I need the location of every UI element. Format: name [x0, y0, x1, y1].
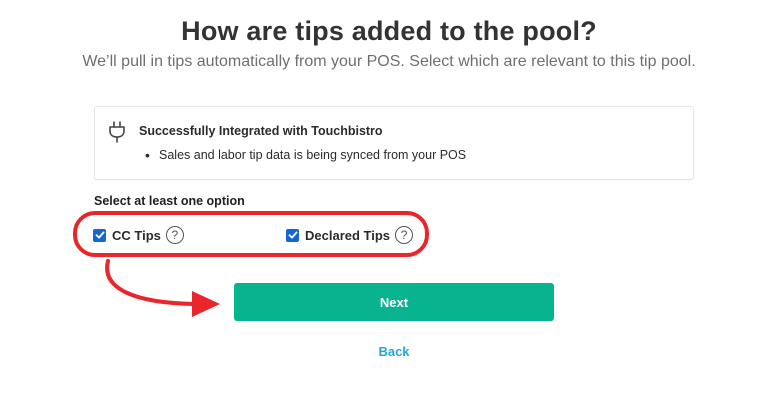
- integration-bullet: • Sales and labor tip data is being sync…: [139, 148, 466, 162]
- page-subtitle: We’ll pull in tips automatically from yo…: [82, 53, 696, 70]
- integration-status-card: Successfully Integrated with Touchbistro…: [94, 106, 694, 180]
- annotation-arrow-icon: [105, 259, 220, 317]
- annotation-highlight-ring: [73, 211, 429, 257]
- plug-icon: [109, 121, 125, 143]
- integration-title: Successfully Integrated with Touchbistro: [139, 124, 383, 138]
- page-title: How are tips added to the pool?: [181, 16, 597, 46]
- tip-pool-setup-page: How are tips added to the pool? We’ll pu…: [0, 0, 778, 395]
- options-prompt: Select at least one option: [94, 194, 245, 208]
- bullet-dot: •: [145, 147, 150, 163]
- back-link[interactable]: Back: [234, 344, 554, 359]
- integration-bullet-text: Sales and labor tip data is being synced…: [159, 148, 467, 162]
- next-button[interactable]: Next: [234, 283, 554, 321]
